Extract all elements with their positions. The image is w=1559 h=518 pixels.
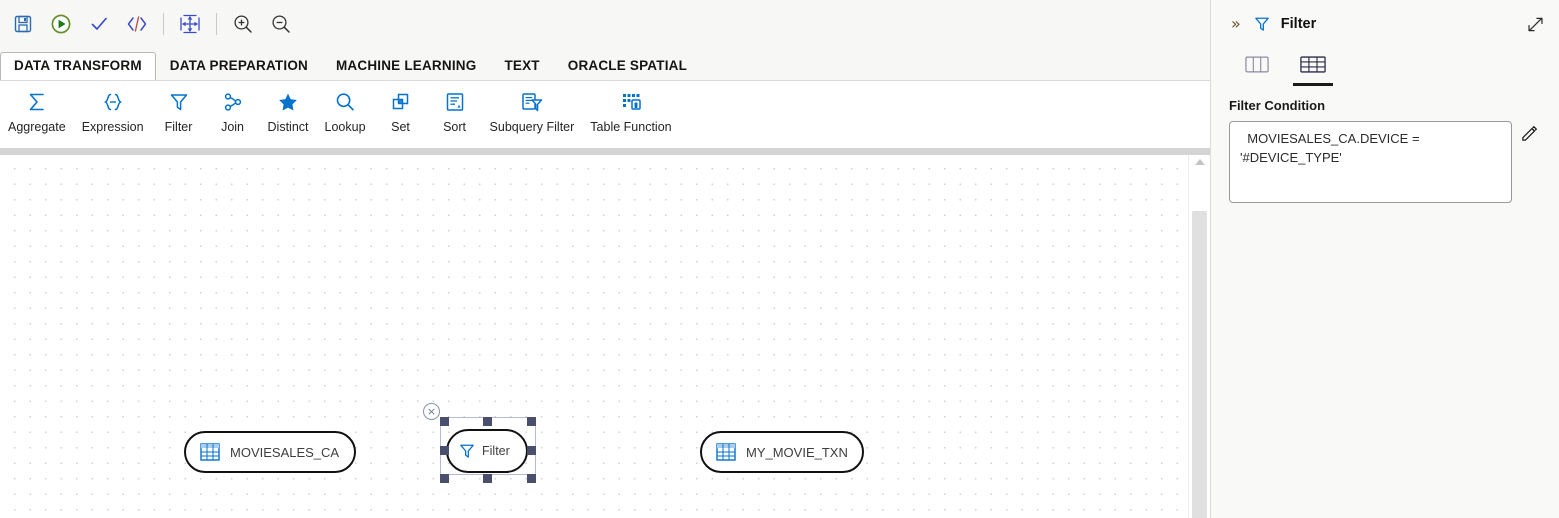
operator-table-function[interactable]: Table Function [582,85,679,134]
operator-label: Filter [165,120,193,134]
editor-toolbar [0,0,1210,48]
canvas-node-my-movie-txn[interactable]: MY_MOVIE_TXN [700,431,864,473]
node-label: MY_MOVIE_TXN [746,445,868,460]
set-shapes-icon [390,89,412,115]
operator-distinct[interactable]: Distinct [260,85,317,134]
panel-tab-columns[interactable] [1229,48,1285,86]
save-button[interactable] [4,5,42,43]
run-button[interactable] [42,5,80,43]
operator-label: Set [391,120,410,134]
panel-tab-details[interactable] [1285,48,1341,86]
scrollbar-thumb[interactable] [1192,211,1207,518]
filter-funnel-icon [1253,15,1271,33]
canvas-vertical-scrollbar[interactable] [1188,155,1210,518]
resize-handle-e[interactable] [527,446,536,455]
table-function-icon [620,89,642,115]
node-label: MOVIESALES_CA [230,445,359,460]
check-icon [89,14,109,34]
toolbar-divider-2 [216,13,217,35]
operator-label: Subquery Filter [490,120,575,134]
canvas-node-filter[interactable]: Filter [446,429,528,473]
operator-subquery-filter[interactable]: Subquery Filter [482,85,583,134]
operator-expression[interactable]: Expression [74,85,152,134]
magnifier-icon [334,89,356,115]
panel-body: Filter Condition MOVIESALES_CA.DEVICE = … [1211,86,1559,203]
operator-label: Sort [443,120,466,134]
panel-tab-bar [1211,48,1559,86]
table-icon [200,443,220,461]
filter-condition-label: Filter Condition [1229,98,1539,113]
resize-handle-ne[interactable] [527,417,536,426]
subquery-filter-icon [520,89,544,115]
app-root: DATA TRANSFORM DATA PREPARATION MACHINE … [0,0,1559,518]
run-icon [50,13,72,35]
flow-canvas[interactable]: MOVIESALES_CA Filter [0,155,1188,518]
transform-editor: DATA TRANSFORM DATA PREPARATION MACHINE … [0,0,1210,518]
filter-funnel-icon [168,89,190,115]
zoom-out-icon [270,13,292,35]
canvas-node-moviesales-ca[interactable]: MOVIESALES_CA [184,431,356,473]
sort-icon [444,89,466,115]
tab-oracle-spatial[interactable]: ORACLE SPATIAL [554,52,701,80]
operator-label: Lookup [325,120,366,134]
filter-condition-input[interactable]: MOVIESALES_CA.DEVICE = '#DEVICE_TYPE' [1229,121,1512,203]
operator-aggregate[interactable]: Aggregate [0,85,74,134]
tab-data-transform[interactable]: DATA TRANSFORM [0,52,156,80]
sigma-icon [26,89,48,115]
resize-handle-se[interactable] [527,474,536,483]
operator-label: Table Function [590,120,671,134]
code-icon [126,14,148,34]
operator-ribbon: Aggregate Expression [0,80,1210,148]
operator-join[interactable]: Join [206,85,260,134]
table-icon [716,443,736,461]
tab-text[interactable]: TEXT [490,52,553,80]
star-icon [277,89,299,115]
save-icon [13,14,33,34]
flow-edges [0,155,300,305]
expand-diagonal-icon[interactable] [1526,15,1545,34]
fit-screen-icon [178,13,202,35]
operator-lookup[interactable]: Lookup [317,85,374,134]
ribbon-separator [0,148,1210,155]
operator-label: Aggregate [8,120,66,134]
filter-condition-row: MOVIESALES_CA.DEVICE = '#DEVICE_TYPE' [1229,121,1539,203]
collapse-panel-chevron-icon[interactable]: » [1231,16,1241,32]
delete-node-button[interactable]: × [423,403,440,420]
panel-title: Filter [1281,16,1526,32]
filter-funnel-icon [458,442,476,460]
properties-panel: » Filter [1210,0,1559,518]
tab-machine-learning[interactable]: MACHINE LEARNING [322,52,490,80]
grid-table-icon [1300,55,1326,79]
operator-sort[interactable]: Sort [428,85,482,134]
zoom-out-button[interactable] [262,5,300,43]
columns-icon [1245,55,1269,79]
operator-label: Expression [82,120,144,134]
toolbar-divider-1 [163,13,164,35]
node-label: Filter [482,444,518,458]
operator-set[interactable]: Set [374,85,428,134]
resize-handle-s[interactable] [483,474,492,483]
fit-to-screen-button[interactable] [171,5,209,43]
scroll-up-arrow-icon[interactable] [1195,159,1205,165]
code-view-button[interactable] [118,5,156,43]
category-tab-bar: DATA TRANSFORM DATA PREPARATION MACHINE … [0,48,1210,80]
panel-header: » Filter [1211,0,1559,48]
resize-handle-w[interactable] [440,446,449,455]
tab-data-preparation[interactable]: DATA PREPARATION [156,52,322,80]
expression-braces-icon [101,89,125,115]
operator-label: Join [221,120,244,134]
operator-label: Distinct [268,120,309,134]
zoom-in-icon [232,13,254,35]
pencil-edit-icon[interactable] [1520,124,1539,143]
join-icon [222,89,244,115]
resize-handle-n[interactable] [483,417,492,426]
zoom-in-button[interactable] [224,5,262,43]
resize-handle-nw[interactable] [440,417,449,426]
resize-handle-sw[interactable] [440,474,449,483]
validate-button[interactable] [80,5,118,43]
operator-filter[interactable]: Filter [152,85,206,134]
canvas-container: MOVIESALES_CA Filter [0,155,1210,518]
